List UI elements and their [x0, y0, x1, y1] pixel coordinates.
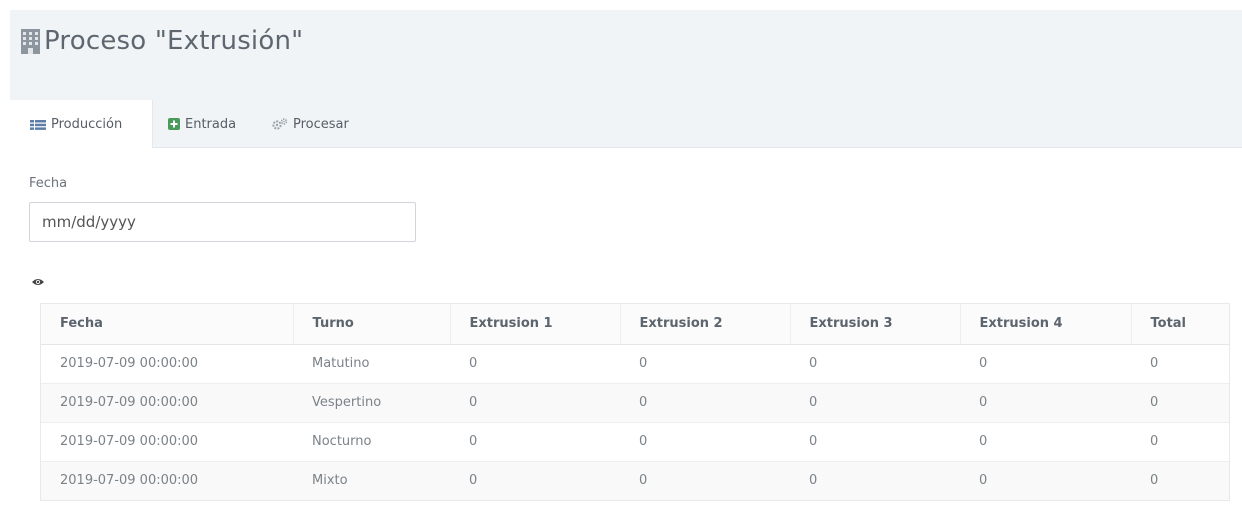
page: Proceso "Extrusión" Producción Entrada P…	[10, 10, 1242, 510]
col-header-fecha[interactable]: Fecha	[41, 304, 294, 345]
table-row: 2019-07-09 00:00:00 Mixto 0 0 0 0 0	[41, 461, 1229, 500]
cell-extrusion-3: 0	[790, 344, 960, 384]
cell-extrusion-2: 0	[620, 344, 790, 384]
produccion-table: Fecha Turno Extrusion 1 Extrusion 2 Extr…	[40, 303, 1230, 501]
table-row: 2019-07-09 00:00:00 Matutino 0 0 0 0 0	[41, 344, 1229, 384]
cell-extrusion-1: 0	[450, 422, 620, 462]
fecha-input[interactable]	[29, 202, 416, 242]
tabs-bar: Producción Entrada Procesar	[10, 100, 1242, 149]
list-icon	[30, 119, 46, 130]
tab-procesar[interactable]: Procesar	[272, 100, 349, 148]
cell-turno: Vespertino	[293, 383, 450, 423]
cell-turno: Matutino	[293, 344, 450, 384]
cell-extrusion-1: 0	[450, 383, 620, 423]
cell-total: 0	[1131, 422, 1229, 462]
page-title: Proceso "Extrusión"	[21, 26, 303, 56]
table-header-row: Fecha Turno Extrusion 1 Extrusion 2 Extr…	[41, 304, 1229, 345]
eye-icon[interactable]	[32, 271, 44, 290]
cell-extrusion-4: 0	[960, 344, 1131, 384]
building-icon	[21, 28, 40, 54]
tab-entrada-label: Entrada	[185, 116, 237, 132]
col-header-extrusion-4[interactable]: Extrusion 4	[960, 304, 1132, 345]
cell-total: 0	[1131, 344, 1229, 384]
cell-extrusion-2: 0	[620, 422, 790, 462]
col-header-extrusion-1[interactable]: Extrusion 1	[450, 304, 621, 345]
cell-total: 0	[1131, 383, 1229, 423]
page-header: Proceso "Extrusión"	[10, 10, 1242, 100]
tab-content: Fecha Fecha Turno Extrusion 1 Extrusion …	[10, 148, 1242, 510]
col-header-extrusion-3[interactable]: Extrusion 3	[790, 304, 961, 345]
col-header-turno[interactable]: Turno	[293, 304, 451, 345]
cell-fecha: 2019-07-09 00:00:00	[41, 344, 293, 384]
cell-fecha: 2019-07-09 00:00:00	[41, 383, 293, 423]
cell-extrusion-4: 0	[960, 422, 1131, 462]
cell-fecha: 2019-07-09 00:00:00	[41, 461, 293, 500]
gears-icon	[272, 118, 288, 130]
cell-extrusion-3: 0	[790, 383, 960, 423]
cell-extrusion-4: 0	[960, 461, 1131, 500]
cell-extrusion-4: 0	[960, 383, 1131, 423]
page-title-text: Proceso "Extrusión"	[44, 26, 304, 56]
table-row: 2019-07-09 00:00:00 Nocturno 0 0 0 0 0	[41, 422, 1229, 462]
tab-entrada[interactable]: Entrada	[168, 100, 236, 148]
plus-square-icon	[168, 118, 180, 130]
tab-produccion-label: Producción	[51, 117, 123, 132]
col-header-extrusion-2[interactable]: Extrusion 2	[620, 304, 791, 345]
cell-turno: Mixto	[293, 461, 450, 500]
cell-extrusion-2: 0	[620, 461, 790, 500]
tab-produccion[interactable]: Producción	[10, 100, 153, 149]
cell-total: 0	[1131, 461, 1229, 500]
cell-extrusion-2: 0	[620, 383, 790, 423]
cell-extrusion-3: 0	[790, 461, 960, 500]
cell-extrusion-1: 0	[450, 461, 620, 500]
table-row: 2019-07-09 00:00:00 Vespertino 0 0 0 0 0	[41, 383, 1229, 423]
cell-turno: Nocturno	[293, 422, 450, 462]
tab-procesar-label: Procesar	[293, 116, 349, 132]
cell-extrusion-1: 0	[450, 344, 620, 384]
cell-extrusion-3: 0	[790, 422, 960, 462]
cell-fecha: 2019-07-09 00:00:00	[41, 422, 293, 462]
col-header-total[interactable]: Total	[1131, 304, 1229, 345]
fecha-label: Fecha	[29, 176, 68, 191]
